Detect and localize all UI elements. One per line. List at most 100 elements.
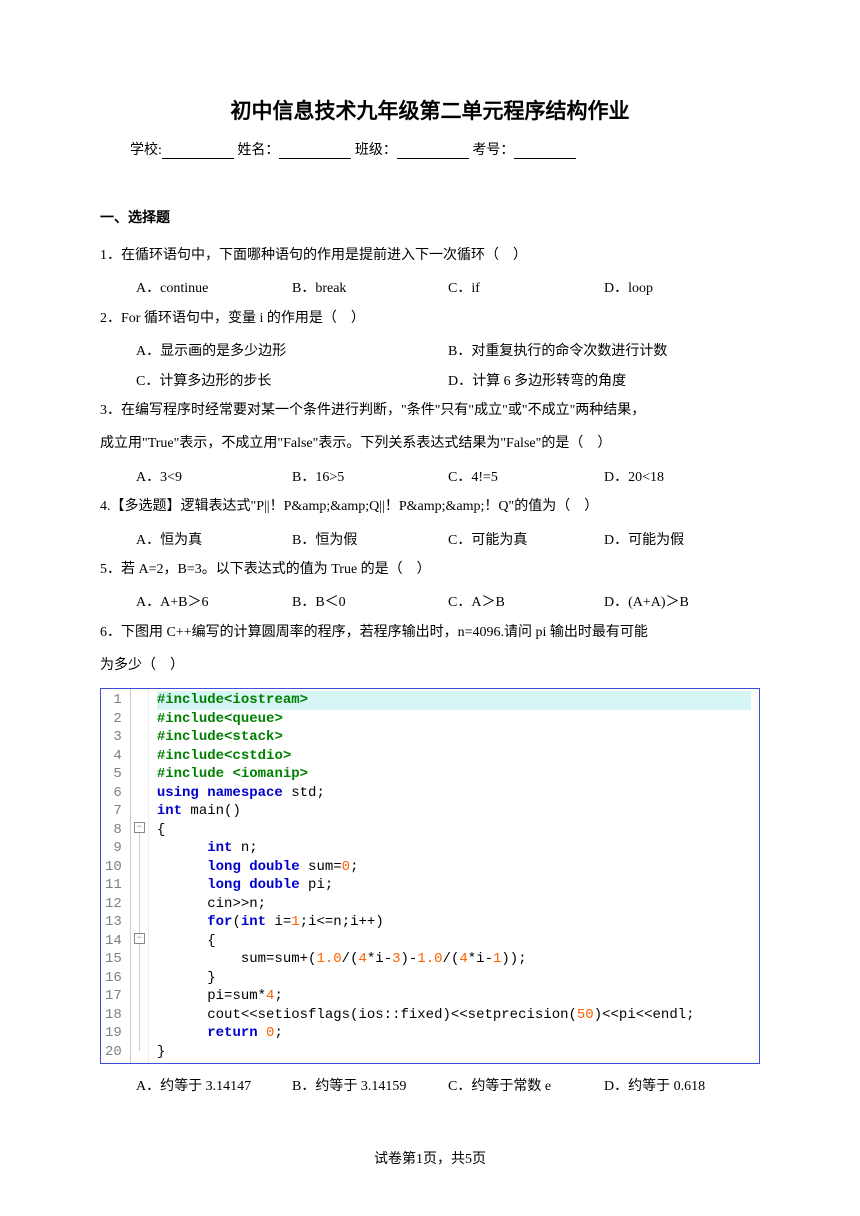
code-token: int — [241, 914, 266, 930]
q1-option-d[interactable]: D．loop — [604, 274, 760, 303]
q5-option-d[interactable]: D．(A+A)＞B — [604, 588, 760, 617]
q2-option-a[interactable]: A．显示画的是多少边形 — [136, 337, 448, 366]
q2-option-d[interactable]: D．计算 6 多边形转弯的角度 — [448, 367, 760, 396]
code-token: i= — [266, 914, 291, 930]
line-number: 14 — [105, 932, 122, 951]
code-token: ; — [274, 1025, 282, 1041]
q4-option-b[interactable]: B．恒为假 — [292, 526, 448, 555]
footer-prefix: 试卷第 — [374, 1152, 416, 1167]
line-number: 17 — [105, 987, 122, 1006]
q6-option-b[interactable]: B．约等于 3.14159 — [292, 1072, 448, 1101]
code-token: ;i<=n;i++) — [300, 914, 384, 930]
q1-option-c[interactable]: C．if — [448, 274, 604, 303]
line-number: 16 — [105, 969, 122, 988]
code-token: <queue> — [224, 711, 283, 727]
question-6-options: A．约等于 3.14147 B．约等于 3.14159 C．约等于常数 e D．… — [100, 1072, 760, 1101]
school-blank[interactable] — [162, 145, 234, 159]
code-token: sum=sum+( — [241, 951, 317, 967]
code-token: 4 — [358, 951, 366, 967]
question-1-options: A．continue B．break C．if D．loop — [100, 274, 760, 303]
code-token: )<<pi<<endl; — [594, 1007, 695, 1023]
line-number: 9 — [105, 839, 122, 858]
q6-option-d[interactable]: D．约等于 0.618 — [604, 1072, 760, 1101]
code-token: cout<<setiosflags(ios::fixed)<<setprecis… — [207, 1007, 577, 1023]
line-number: 1 — [105, 691, 122, 710]
q4-option-c[interactable]: C．可能为真 — [448, 526, 604, 555]
code-token: 4 — [459, 951, 467, 967]
class-blank[interactable] — [397, 145, 469, 159]
fold-toggle-icon[interactable]: − — [134, 822, 145, 833]
fold-gutter: − − — [131, 689, 149, 1063]
question-4-options: A．恒为真 B．恒为假 C．可能为真 D．可能为假 — [100, 526, 760, 555]
code-token: long double — [207, 859, 299, 875]
q3-option-a[interactable]: A．3<9 — [136, 463, 292, 492]
name-label: 姓名： — [237, 143, 279, 158]
student-info-line: 学校: 姓名： 班级： 考号： — [100, 139, 760, 159]
code-token: #include — [157, 748, 224, 764]
footer-page-current: 1 — [416, 1152, 423, 1167]
line-number: 2 — [105, 710, 122, 729]
q6-option-c[interactable]: C．约等于常数 e — [448, 1072, 604, 1101]
code-token: /( — [342, 951, 359, 967]
q4-option-a[interactable]: A．恒为真 — [136, 526, 292, 555]
q3-option-b[interactable]: B．16>5 — [292, 463, 448, 492]
question-2: 2．For 循环语句中，变量 i 的作用是（ ） — [100, 304, 760, 333]
q5-option-b[interactable]: B．B＜0 — [292, 588, 448, 617]
code-token: 1.0 — [316, 951, 341, 967]
code-token: ( — [232, 914, 240, 930]
q3-option-c[interactable]: C．4!=5 — [448, 463, 604, 492]
question-6-line2: 为多少（ ） — [100, 651, 760, 680]
code-token: std; — [283, 785, 325, 801]
q2-option-b[interactable]: B．对重复执行的命令次数进行计数 — [448, 337, 760, 366]
code-token: } — [207, 970, 215, 986]
question-4: 4.【多选题】逻辑表达式"P||！P&amp;&amp;Q||！P&amp;&a… — [100, 492, 760, 521]
code-token: 50 — [577, 1007, 594, 1023]
code-token: 1 — [291, 914, 299, 930]
q5-option-a[interactable]: A．A+B＞6 — [136, 588, 292, 617]
question-2-options: A．显示画的是多少边形 B．对重复执行的命令次数进行计数 C．计算多边形的步长 … — [100, 337, 760, 396]
q1-option-a[interactable]: A．continue — [136, 274, 292, 303]
q4-option-d[interactable]: D．可能为假 — [604, 526, 760, 555]
code-token: #include — [157, 766, 233, 782]
line-number: 6 — [105, 784, 122, 803]
code-token: ; — [350, 859, 358, 875]
code-token: #include — [157, 711, 224, 727]
code-token: int — [157, 803, 182, 819]
line-number-column: 1 2 3 4 5 6 7 8 9 10 11 12 13 14 15 16 1… — [101, 689, 131, 1063]
q5-option-c[interactable]: C．A＞B — [448, 588, 604, 617]
school-label: 学校: — [130, 143, 162, 158]
code-token: )); — [501, 951, 526, 967]
line-number: 8 — [105, 821, 122, 840]
line-number: 3 — [105, 728, 122, 747]
code-token: n; — [232, 840, 257, 856]
q6-option-a[interactable]: A．约等于 3.14147 — [136, 1072, 292, 1101]
code-token: { — [157, 822, 165, 838]
q3-option-d[interactable]: D．20<18 — [604, 463, 760, 492]
code-block: 1 2 3 4 5 6 7 8 9 10 11 12 13 14 15 16 1… — [100, 688, 760, 1064]
q2-option-c[interactable]: C．计算多边形的步长 — [136, 367, 448, 396]
code-token: *i- — [468, 951, 493, 967]
code-token: int — [207, 840, 232, 856]
fold-toggle-icon[interactable]: − — [134, 933, 145, 944]
code-token: for — [207, 914, 232, 930]
code-token: { — [207, 933, 215, 949]
code-token: <iostream> — [224, 692, 308, 708]
name-blank[interactable] — [279, 145, 351, 159]
footer-page-total: 5 — [465, 1152, 472, 1167]
question-6-line1: 6．下图用 C++编写的计算圆周率的程序，若程序输出时，n=4096.请问 pi… — [100, 618, 760, 647]
line-number: 10 — [105, 858, 122, 877]
footer-suffix: 页 — [472, 1152, 486, 1167]
question-3-line2: 成立用"True"表示，不成立用"False"表示。下列关系表达式结果为"Fal… — [100, 429, 760, 458]
code-token: pi; — [300, 877, 334, 893]
q1-option-b[interactable]: B．break — [292, 274, 448, 303]
line-number: 12 — [105, 895, 122, 914]
footer-mid: 页，共 — [423, 1152, 465, 1167]
code-token: #include — [157, 729, 224, 745]
code-token: sum= — [300, 859, 342, 875]
code-token: <cstdio> — [224, 748, 291, 764]
exam-no-blank[interactable] — [514, 145, 576, 159]
code-token: main() — [182, 803, 241, 819]
line-number: 13 — [105, 913, 122, 932]
code-token: using namespace — [157, 785, 283, 801]
code-token: return — [207, 1025, 266, 1041]
